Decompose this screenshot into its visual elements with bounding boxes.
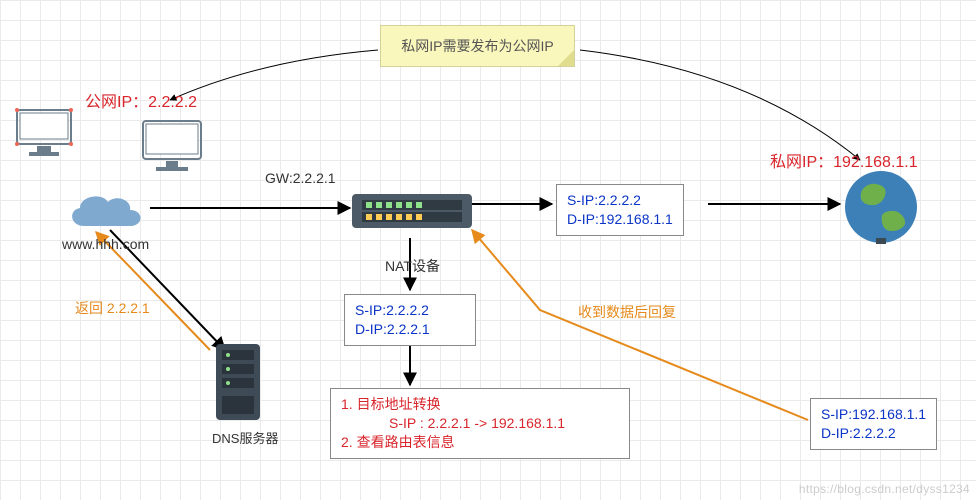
cloud-label: www.hhh.com [62,236,149,252]
packet-reply-box: S-IP:192.168.1.1 D-IP:2.2.2.2 [810,398,937,450]
return-label: 返回 2.2.2.1 [75,298,150,318]
server-icon [210,340,266,427]
cloud-icon [62,188,148,239]
translate-box: 1. 目标地址转换 S-IP : 2.2.2.1 -> 192.168.1.1 … [330,388,630,459]
nat-label: NAT设备 [385,256,440,276]
packet-sip: S-IP:192.168.1.1 [821,405,926,424]
packet-sip: S-IP:2.2.2.2 [567,191,673,210]
packet-dip: D-IP:2.2.2.2 [821,424,926,443]
sticky-note: 私网IP需要发布为公网IP [380,25,575,67]
globe-icon [842,168,920,249]
reply-label: 收到数据后回复 [578,302,676,322]
gw-label: GW:2.2.2.1 [265,170,336,186]
packet-dip: D-IP:192.168.1.1 [567,210,673,229]
watermark: https://blog.csdn.net/dyss1234 [799,482,970,496]
dns-label: DNS服务器 [212,428,278,447]
packet-sip: S-IP:2.2.2.2 [355,301,465,320]
packet-back-box: S-IP:2.2.2.2 D-IP:2.2.2.1 [344,294,476,346]
packet-dip: D-IP:2.2.2.1 [355,320,465,339]
translate-line1: 1. 目标地址转换 [341,395,619,414]
monitor-icon [15,108,73,163]
translate-line2: S-IP : 2.2.2.1 -> 192.168.1.1 [341,414,619,433]
monitor-icon [140,118,204,179]
public-ip-label: 公网IP：2.2.2.2 [85,88,197,112]
note-text: 私网IP需要发布为公网IP [401,38,553,54]
router-icon [352,188,472,239]
translate-line3: 2. 查看路由表信息 [341,433,619,452]
packet-out-box: S-IP:2.2.2.2 D-IP:192.168.1.1 [556,184,684,236]
